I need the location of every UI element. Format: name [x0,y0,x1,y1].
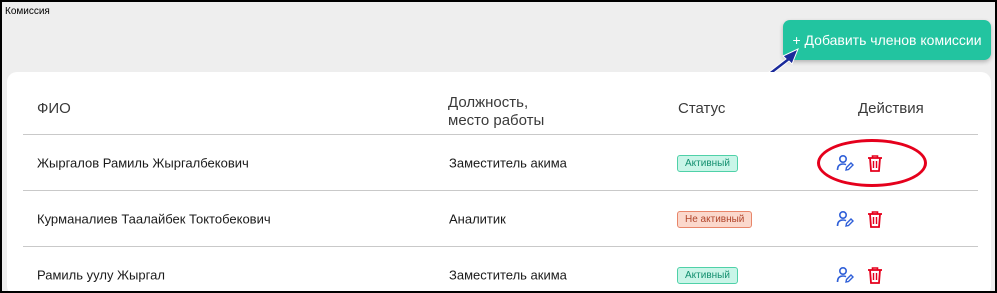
table-row: Рамиль уулу Жыргал Заместитель акима Акт… [23,247,978,291]
user-edit-icon[interactable] [835,209,855,229]
table-header: ФИО Должность, место работы Статус Дейст… [23,84,978,135]
window-frame: Комиссия + Добавить членов комиссии ФИО … [0,0,997,293]
row-actions [835,209,885,229]
trash-icon[interactable] [865,265,885,285]
status-badge: Активный [677,266,738,284]
trash-icon[interactable] [865,209,885,229]
row-actions [835,153,885,173]
member-position: Заместитель акима [449,155,567,170]
header-position: Должность, место работы [448,94,544,130]
header-name: ФИО [37,100,71,117]
member-name: Жыргалов Рамиль Жыргалбекович [37,155,249,170]
member-name: Курманалиев Таалайбек Токтобекович [37,211,271,226]
header-position-line2: место работы [448,112,545,129]
header-actions: Действия [858,100,924,117]
members-table: ФИО Должность, место работы Статус Дейст… [23,84,978,291]
window-title: Комиссия [5,6,50,17]
user-edit-icon[interactable] [835,153,855,173]
user-edit-icon[interactable] [835,265,855,285]
table-row: Курманалиев Таалайбек Токтобекович Анали… [23,191,978,247]
row-actions [835,265,885,285]
table-row: Жыргалов Рамиль Жыргалбекович Заместител… [23,135,978,191]
status-badge: Не активный [677,210,753,228]
members-card: ФИО Должность, место работы Статус Дейст… [7,72,991,291]
member-position: Заместитель акима [449,267,567,282]
status-badge: Активный [677,154,738,172]
add-commission-members-button[interactable]: + Добавить членов комиссии [783,20,991,60]
member-position: Аналитик [449,211,506,226]
header-position-line1: Должность, [448,94,529,111]
header-status: Статус [678,100,726,117]
trash-icon[interactable] [865,153,885,173]
member-name: Рамиль уулу Жыргал [37,267,165,282]
